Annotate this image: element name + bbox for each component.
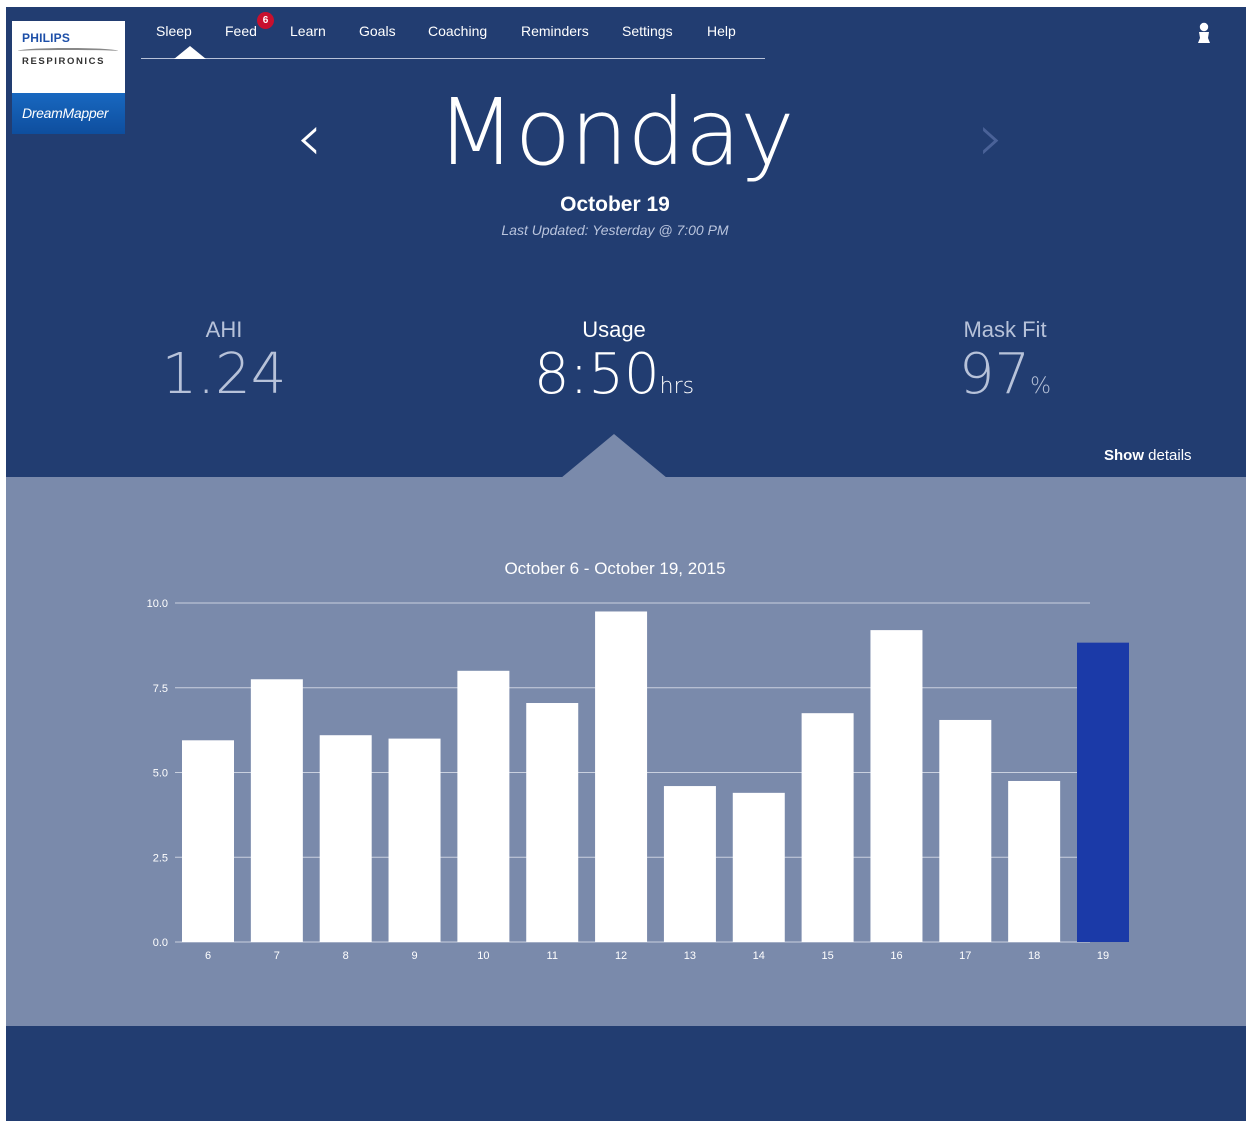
chevron-right-icon[interactable]: ›: [978, 105, 1004, 171]
stat-usage[interactable]: Usage 8:50hrs: [484, 317, 744, 419]
feed-notification-badge: 6: [257, 12, 274, 29]
stat-mask-fit-value: 97%: [958, 342, 1052, 407]
logo-brand: PHILIPS: [22, 31, 71, 45]
x-tick-label[interactable]: 9: [411, 950, 417, 962]
x-tick-label[interactable]: 16: [890, 950, 902, 962]
x-tick-label[interactable]: 14: [753, 950, 765, 962]
y-tick-label: 2.5: [153, 852, 168, 864]
day-title: Monday: [436, 79, 794, 186]
bar-day-17[interactable]: [939, 719, 992, 942]
bar-day-6[interactable]: [182, 740, 234, 942]
panel-pointer: [561, 434, 667, 478]
bar-day-9[interactable]: [388, 738, 441, 942]
day-date: October 19: [560, 193, 670, 216]
stat-mask-fit[interactable]: Mask Fit 97%: [875, 317, 1135, 419]
nav-item-learn[interactable]: Learn: [290, 23, 326, 39]
stat-usage-label: Usage: [582, 317, 646, 342]
x-tick-label[interactable]: 7: [274, 950, 280, 962]
x-tick-label[interactable]: 11: [547, 950, 558, 962]
stat-ahi-value: 1.24: [161, 342, 287, 407]
nav-item-goals[interactable]: Goals: [359, 23, 396, 39]
x-tick-label[interactable]: 18: [1028, 950, 1040, 962]
nav-item-feed[interactable]: Feed: [225, 23, 257, 39]
nav-item-help[interactable]: Help: [707, 23, 736, 39]
x-tick-label[interactable]: 8: [343, 950, 349, 962]
main-nav: Sleep Feed 6 Learn Goals Coaching Remind…: [141, 12, 765, 59]
bar-day-8[interactable]: [319, 735, 372, 942]
y-tick-label: 10.0: [147, 598, 168, 610]
logo-sub: RESPIRONICS: [22, 56, 106, 67]
y-tick-label: 0.0: [153, 937, 168, 949]
bar-day-16[interactable]: [870, 630, 923, 942]
nav-item-coaching[interactable]: Coaching: [428, 23, 487, 39]
bar-day-11[interactable]: [526, 703, 579, 942]
active-nav-indicator: [174, 46, 206, 59]
bar-day-7[interactable]: [250, 679, 303, 942]
bar-day-14[interactable]: [732, 792, 785, 942]
nav-item-sleep[interactable]: Sleep: [156, 23, 192, 39]
logo-product: DreamMapper: [22, 105, 109, 121]
usage-bar-chart: 0.0 2.5 5.0 7.5 10.0 6 7 8 9 10 11 12 13 14 15 16 17 18 19: [147, 598, 1129, 962]
last-updated: Last Updated: Yesterday @ 7:00 PM: [501, 222, 729, 238]
x-tick-label[interactable]: 10: [477, 950, 489, 962]
nav-item-reminders[interactable]: Reminders: [521, 23, 589, 39]
user-icon[interactable]: [1196, 22, 1212, 44]
show-details-link[interactable]: Show details: [1104, 447, 1192, 464]
stat-usage-unit: hrs: [659, 374, 695, 399]
bar-day-19[interactable]: [1077, 642, 1129, 942]
stat-ahi-label: AHI: [205, 317, 243, 342]
x-tick-label[interactable]: 12: [615, 950, 627, 962]
stat-usage-value: 8:50hrs: [533, 342, 695, 407]
y-tick-label: 5.0: [153, 768, 168, 780]
stat-mask-fit-unit: %: [1030, 374, 1052, 399]
bar-day-12[interactable]: [595, 611, 648, 942]
bar-day-15[interactable]: [801, 713, 854, 942]
x-tick-label[interactable]: 17: [959, 950, 971, 962]
x-tick-label[interactable]: 15: [821, 950, 833, 962]
usage-chart-panel: October 6 - October 19, 2015 0.0 2.5 5.0 7.…: [6, 477, 1246, 1026]
bar-day-18[interactable]: [1008, 780, 1061, 942]
stat-mask-fit-label: Mask Fit: [963, 317, 1047, 342]
x-tick-label[interactable]: 13: [684, 950, 696, 962]
y-tick-label: 7.5: [153, 683, 168, 695]
stat-ahi[interactable]: AHI 1.24: [94, 317, 354, 407]
app-window: PHILIPS RESPIRONICS DreamMapper Sleep Fe…: [6, 7, 1246, 1121]
x-tick-label[interactable]: 19: [1097, 950, 1109, 962]
bar-day-10[interactable]: [457, 670, 510, 942]
bar-day-13[interactable]: [663, 786, 716, 942]
nav-item-settings[interactable]: Settings: [622, 23, 673, 39]
philips-dreammapper-logo: PHILIPS RESPIRONICS DreamMapper: [12, 21, 125, 134]
x-tick-label[interactable]: 6: [205, 950, 211, 962]
